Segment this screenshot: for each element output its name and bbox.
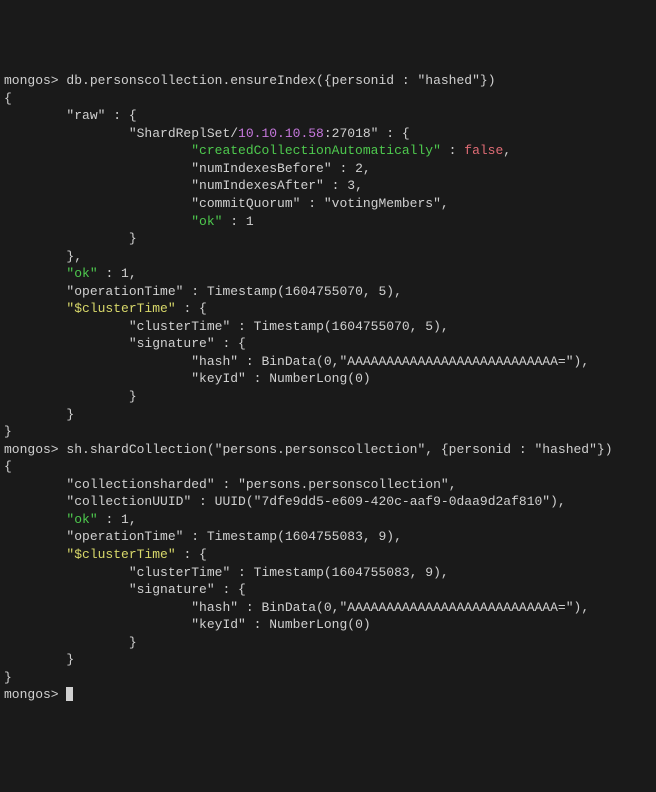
key-created: "createdCollectionAutomatically" — [191, 143, 441, 158]
key-sharded: "collectionsharded" — [66, 477, 214, 492]
val-created: false — [464, 143, 503, 158]
key-cluster2: "$clusterTime" — [66, 547, 175, 562]
key-ctime2: "clusterTime" — [129, 565, 230, 580]
val-keyid: NumberLong(0) — [269, 371, 370, 386]
key-ok2: "ok" — [66, 512, 97, 527]
command-2: sh.shardCollection("persons.personscolle… — [66, 442, 612, 457]
key-shard: "ShardReplSet/ — [129, 126, 238, 141]
key-ok-inner: "ok" — [191, 214, 222, 229]
key-optime: "operationTime" — [66, 284, 183, 299]
key-keyid: "keyId" — [191, 371, 246, 386]
shard-port: :27018" — [324, 126, 379, 141]
command-1: db.personscollection.ensureIndex({person… — [66, 73, 495, 88]
val-ctime2: Timestamp(1604755083, 9) — [254, 565, 441, 580]
terminal-output: mongos> db.personscollection.ensureIndex… — [4, 72, 652, 704]
val-sharded: "persons.personscollection" — [238, 477, 449, 492]
val-optime: Timestamp(1604755070, 5) — [207, 284, 394, 299]
shard-ip: 10.10.10.58 — [238, 126, 324, 141]
cursor[interactable] — [66, 687, 73, 701]
prompt: mongos> — [4, 687, 59, 702]
key-uuid: "collectionUUID" — [66, 494, 191, 509]
val-after: 3 — [347, 178, 355, 193]
val-before: 2 — [355, 161, 363, 176]
key-quorum: "commitQuorum" — [191, 196, 300, 211]
val-ok2: 1 — [121, 512, 129, 527]
val-hash: BinData(0,"AAAAAAAAAAAAAAAAAAAAAAAAAAA="… — [261, 354, 581, 369]
key-hash2: "hash" — [191, 600, 238, 615]
val-ctime: Timestamp(1604755070, 5) — [254, 319, 441, 334]
key-keyid2: "keyId" — [191, 617, 246, 632]
val-keyid2: NumberLong(0) — [269, 617, 370, 632]
val-uuid: UUID("7dfe9dd5-e609-420c-aaf9-0daa9d2af8… — [215, 494, 558, 509]
key-before: "numIndexesBefore" — [191, 161, 331, 176]
key-ctime: "clusterTime" — [129, 319, 230, 334]
val-hash2: BinData(0,"AAAAAAAAAAAAAAAAAAAAAAAAAAA="… — [261, 600, 581, 615]
val-ok-inner: 1 — [246, 214, 254, 229]
prompt: mongos> — [4, 73, 59, 88]
key-ok: "ok" — [66, 266, 97, 281]
key-after: "numIndexesAfter" — [191, 178, 324, 193]
val-optime2: Timestamp(1604755083, 9) — [207, 529, 394, 544]
key-cluster: "$clusterTime" — [66, 301, 175, 316]
key-hash: "hash" — [191, 354, 238, 369]
val-quorum: "votingMembers" — [324, 196, 441, 211]
prompt: mongos> — [4, 442, 59, 457]
key-raw: "raw" — [66, 108, 105, 123]
key-sig2: "signature" — [129, 582, 215, 597]
key-optime2: "operationTime" — [66, 529, 183, 544]
val-ok: 1 — [121, 266, 129, 281]
key-sig: "signature" — [129, 336, 215, 351]
